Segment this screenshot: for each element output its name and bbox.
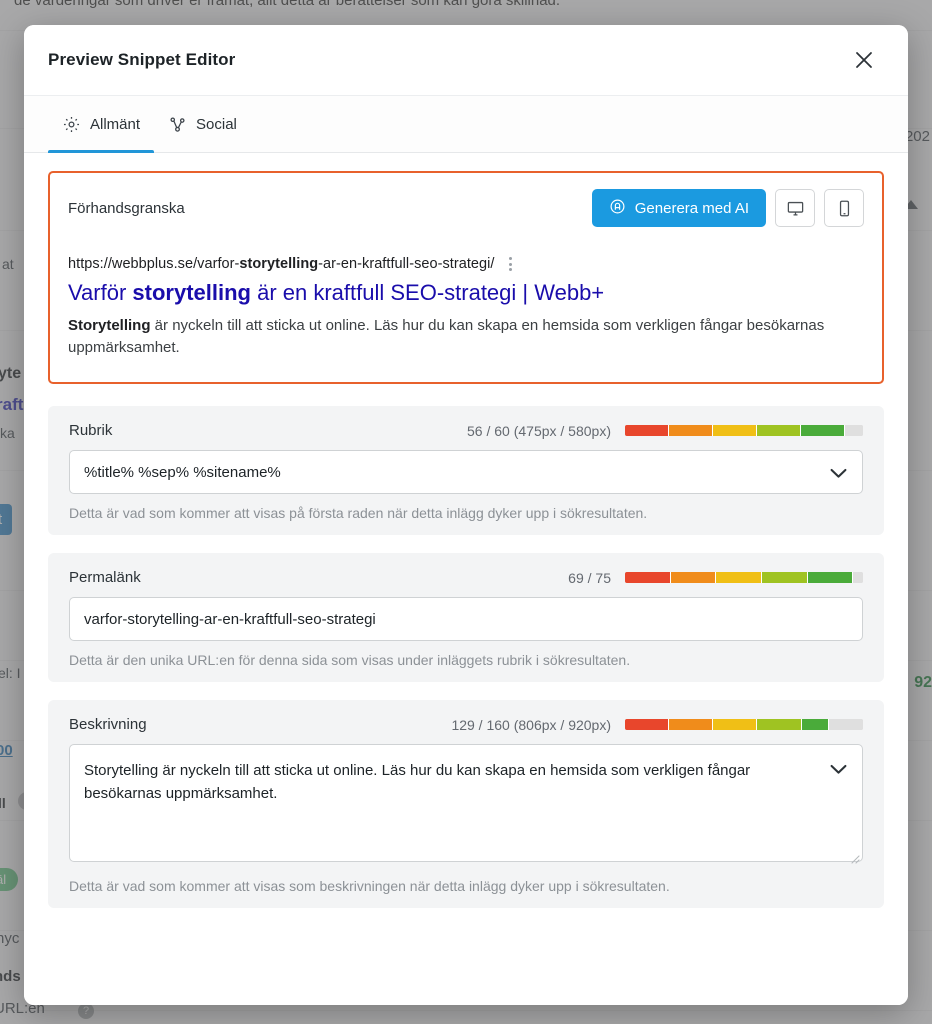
- tab-label: Allmänt: [90, 115, 141, 133]
- ai-button-label: Generera med AI: [634, 199, 749, 217]
- snippet-title-prefix: Varför: [68, 280, 133, 305]
- field-count-permalank: 69 / 75: [568, 569, 611, 586]
- ai-sparkle-icon: [609, 198, 626, 219]
- seo-length-progress-beskrivning: [625, 719, 863, 731]
- field-count-rubrik: 56 / 60 (475px / 580px): [467, 422, 611, 439]
- snippet-url-row: https://webbplus.se/varfor-storytelling-…: [68, 255, 864, 273]
- snippet-url-prefix: https://webbplus.se/varfor-: [68, 256, 240, 272]
- field-hint-beskrivning: Detta är vad som kommer att visas som be…: [69, 878, 670, 895]
- gear-icon: [62, 115, 81, 134]
- modal-header: Preview Snippet Editor: [24, 25, 908, 95]
- field-meta: 129 / 160 (806px / 920px): [451, 717, 863, 733]
- textarea-wrapper: Storytelling är nyckeln till att sticka …: [69, 744, 863, 867]
- tab-active-indicator: [154, 150, 251, 153]
- field-label-permalank: Permalänk: [69, 569, 141, 587]
- snippet-url: https://webbplus.se/varfor-storytelling-…: [68, 256, 495, 272]
- beskrivning-textarea[interactable]: Storytelling är nyckeln till att sticka …: [69, 744, 863, 863]
- page-title: Preview Snippet Editor: [48, 50, 236, 69]
- tab-label: Social: [196, 115, 237, 133]
- snippet-title-keyword: storytelling: [132, 280, 251, 305]
- field-meta: 56 / 60 (475px / 580px): [467, 423, 863, 439]
- field-count-beskrivning: 129 / 160 (806px / 920px): [451, 716, 611, 733]
- preview-card: Förhandsgranska Generera med AI https://…: [48, 171, 884, 385]
- tab-social[interactable]: Social: [154, 96, 251, 152]
- tab-bar: Allmänt Social: [24, 95, 908, 153]
- preview-label: Förhandsgranska: [68, 199, 185, 217]
- seo-length-progress-permalank: [625, 572, 863, 584]
- snippet-title-suffix: är en kraftfull SEO-strategi | Webb+: [250, 280, 605, 305]
- preview-actions: Generera med AI: [591, 189, 864, 227]
- input-wrapper: [69, 597, 863, 642]
- field-meta: 69 / 75: [568, 570, 863, 586]
- share-nodes-icon: [168, 115, 187, 134]
- mobile-icon: [839, 200, 849, 216]
- modal-body: Förhandsgranska Generera med AI https://…: [24, 153, 908, 1005]
- close-button[interactable]: [844, 40, 884, 80]
- snippet-url-suffix: -ar-en-kraftfull-seo-strategi/: [318, 256, 495, 272]
- snippet-desc-rest: är nyckeln till att sticka ut online. Lä…: [68, 316, 825, 357]
- field-header: Permalänk 69 / 75: [69, 569, 863, 586]
- field-header: Rubrik 56 / 60 (475px / 580px): [69, 422, 863, 439]
- field-group-permalank: Permalänk 69 / 75 Detta är den unika URL…: [48, 553, 884, 683]
- rubrik-input[interactable]: [69, 450, 863, 495]
- preview-header: Förhandsgranska Generera med AI: [68, 189, 864, 227]
- mobile-preview-button[interactable]: [824, 189, 864, 227]
- snippet-description: Storytelling är nyckeln till att sticka …: [68, 315, 858, 361]
- field-header: Beskrivning 129 / 160 (806px / 920px): [69, 716, 863, 733]
- preview-snippet-editor-modal: Preview Snippet Editor Allmänt Social Fö…: [24, 25, 908, 1005]
- kebab-menu-icon[interactable]: [507, 255, 514, 273]
- tab-active-indicator: [48, 150, 155, 153]
- tab-allmant[interactable]: Allmänt: [48, 96, 155, 153]
- input-wrapper: [69, 450, 863, 495]
- generate-with-ai-button[interactable]: Generera med AI: [591, 189, 766, 227]
- field-group-beskrivning: Beskrivning 129 / 160 (806px / 920px) St…: [48, 700, 884, 909]
- seo-length-progress-rubrik: [625, 425, 863, 437]
- snippet-url-keyword: storytelling: [239, 256, 319, 272]
- desktop-icon: [787, 201, 803, 215]
- field-label-beskrivning: Beskrivning: [69, 716, 147, 734]
- permalank-input[interactable]: [69, 597, 863, 642]
- snippet-desc-keyword: Storytelling: [68, 316, 151, 334]
- field-group-rubrik: Rubrik 56 / 60 (475px / 580px) Detta är …: [48, 406, 884, 536]
- snippet-title[interactable]: Varför storytelling är en kraftfull SEO-…: [68, 279, 864, 308]
- field-hint-permalank: Detta är den unika URL:en för denna sida…: [69, 652, 631, 669]
- field-label-rubrik: Rubrik: [69, 422, 113, 440]
- desktop-preview-button[interactable]: [775, 189, 815, 227]
- close-icon: [856, 52, 872, 68]
- field-hint-rubrik: Detta är vad som kommer att visas på för…: [69, 505, 648, 522]
